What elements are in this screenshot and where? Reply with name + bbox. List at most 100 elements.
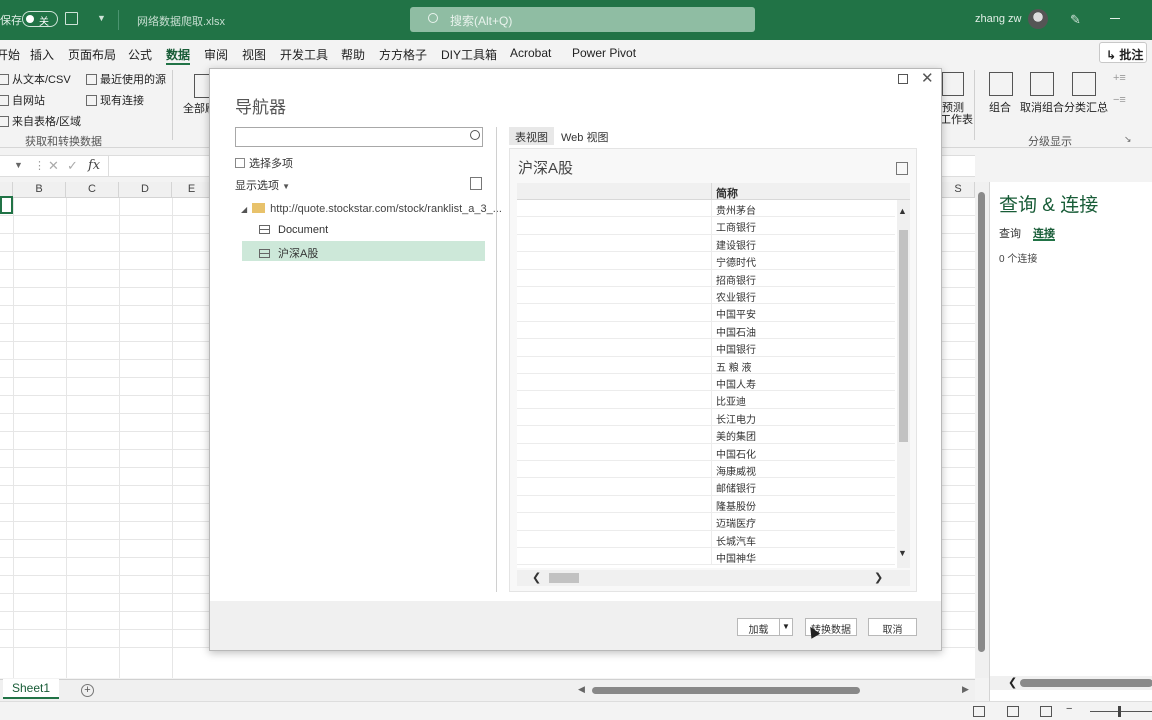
comment-button[interactable]: ↳ 批注 [1099, 42, 1147, 63]
column-header-d[interactable]: D [119, 182, 172, 198]
preview-refresh-icon[interactable] [896, 162, 908, 175]
menu-help[interactable]: 帮助 [341, 46, 365, 63]
menu-power-pivot[interactable]: Power Pivot [572, 46, 636, 60]
menu-fangfang[interactable]: 方方格子 [379, 46, 427, 63]
cancel-button[interactable]: 取消 [868, 618, 917, 636]
ungroup-icon[interactable] [1030, 72, 1054, 96]
show-detail-icon[interactable]: +≡ [1113, 72, 1126, 84]
from-web-button[interactable]: 自网站 [0, 92, 45, 108]
tree-item-document[interactable]: Document [242, 220, 485, 240]
sheet-tab-sheet1[interactable]: Sheet1 [3, 679, 59, 699]
tab-web-view[interactable]: Web 视图 [555, 127, 614, 145]
save-icon[interactable] [65, 12, 78, 25]
search-icon[interactable] [470, 130, 480, 140]
file-name[interactable]: 网络数据爬取.xlsx [137, 13, 225, 29]
menu-view[interactable]: 视图 [242, 46, 266, 63]
column-header-b[interactable]: B [13, 182, 66, 198]
tab-table-view[interactable]: 表视图 [509, 127, 554, 145]
customize-qat-icon[interactable]: ▼ [97, 13, 106, 23]
forecast-sheet-icon[interactable] [942, 72, 964, 96]
confirm-entry-icon[interactable]: ✓ [67, 158, 78, 174]
column-header-s[interactable]: S [942, 182, 975, 198]
tab-queries[interactable]: 查询 [999, 225, 1021, 241]
horizontal-scroll-thumb[interactable] [592, 687, 860, 694]
from-text-csv-button[interactable]: 从文本/CSV [0, 71, 71, 87]
select-multiple-checkbox[interactable]: 选择多项 [235, 155, 293, 171]
chevron-down-icon: ▼ [282, 182, 290, 191]
menu-diy-toolbox[interactable]: DIY工具箱 [441, 46, 497, 63]
menu-developer[interactable]: 开发工具 [280, 46, 328, 63]
load-button[interactable]: 加载 [737, 618, 780, 636]
scroll-right-icon[interactable]: ▶ [962, 684, 969, 695]
cancel-entry-icon[interactable]: ✕ [48, 158, 59, 174]
pane-scroll-left-icon[interactable]: ❮ [1008, 676, 1017, 689]
menu-home[interactable]: 开始 [0, 46, 20, 63]
table-vertical-scrollbar[interactable]: ▲ ▼ [897, 200, 910, 568]
active-cell[interactable] [0, 196, 13, 214]
existing-connections-button[interactable]: 现有连接 [86, 92, 144, 108]
column-header-c[interactable]: C [66, 182, 119, 198]
menu-acrobat[interactable]: Acrobat [510, 46, 551, 60]
group-icon[interactable] [989, 72, 1013, 96]
page-layout-view-icon[interactable] [1007, 706, 1019, 717]
close-icon[interactable]: ✕ [921, 69, 934, 87]
subtotal-icon[interactable] [1072, 72, 1096, 96]
scroll-down-icon[interactable]: ▼ [898, 548, 907, 558]
hide-detail-icon[interactable]: −≡ [1113, 94, 1126, 106]
pane-horizontal-scrollbar[interactable]: ❮ [990, 676, 1152, 690]
search-box[interactable]: 搜索(Alt+Q) [410, 7, 755, 32]
column-header-e[interactable]: E [172, 182, 212, 198]
table-row: 比亚迪 [517, 391, 895, 409]
add-sheet-icon[interactable]: + [81, 684, 94, 697]
minimize-icon[interactable] [1110, 18, 1120, 19]
scroll-thumb[interactable] [899, 230, 908, 442]
menu-bar: 开始 插入 页面布局 公式 数据 审阅 视图 开发工具 帮助 方方格子 DIY工… [0, 40, 1152, 66]
maximize-icon[interactable] [898, 74, 908, 84]
scroll-thumb[interactable] [549, 573, 579, 583]
user-name[interactable]: zhang zw [975, 13, 1021, 25]
page-break-view-icon[interactable] [1040, 706, 1052, 717]
column-header-jiancheng[interactable]: 简称 [716, 185, 738, 201]
avatar[interactable] [1028, 9, 1048, 29]
zoom-out-icon[interactable]: − [1066, 703, 1072, 715]
menu-page-layout[interactable]: 页面布局 [68, 46, 116, 63]
from-table-button[interactable]: 来自表格/区域 [0, 113, 81, 129]
collapse-arrow-icon[interactable]: ◢ [241, 205, 247, 214]
get-transform-group-label: 获取和转换数据 [25, 136, 102, 148]
scroll-thumb[interactable] [978, 192, 985, 652]
normal-view-icon[interactable] [973, 706, 985, 717]
group-label[interactable]: 组合 [989, 99, 1011, 115]
menu-formulas[interactable]: 公式 [128, 46, 152, 63]
name-box-dropdown-icon[interactable]: ▼ [14, 160, 23, 170]
menu-review[interactable]: 审阅 [204, 46, 228, 63]
scroll-right-icon[interactable]: ❯ [874, 571, 883, 584]
column-divider [711, 461, 712, 478]
display-options-dropdown[interactable]: 显示选项 ▼ [235, 177, 290, 193]
table-horizontal-scrollbar[interactable]: ❮ ❯ [517, 570, 910, 586]
scroll-left-icon[interactable]: ◀ [578, 684, 585, 695]
zoom-slider-knob[interactable] [1118, 706, 1121, 717]
refresh-icon[interactable] [470, 177, 482, 190]
tree-root[interactable]: ◢ http://quote.stockstar.com/stock/rankli… [241, 203, 502, 215]
insert-function-button[interactable]: fx [88, 158, 100, 173]
load-dropdown-icon[interactable]: ▼ [779, 618, 793, 636]
menu-data[interactable]: 数据 [166, 46, 190, 63]
autosave-toggle[interactable]: 关 [22, 11, 58, 28]
recent-sources-button[interactable]: 最近使用的源 [86, 71, 166, 87]
column-divider [711, 426, 712, 444]
preview-title: 沪深A股 [518, 160, 574, 177]
pen-icon[interactable]: ✎ [1070, 12, 1081, 28]
scroll-up-icon[interactable]: ▲ [898, 206, 907, 216]
menu-insert[interactable]: 插入 [30, 46, 54, 63]
subtotal-label[interactable]: 分类汇总 [1064, 99, 1108, 115]
ungroup-label[interactable]: 取消组合 [1020, 99, 1064, 115]
pane-scroll-thumb[interactable] [1020, 679, 1152, 687]
forecast-sheet-label[interactable]: 工作表 [940, 111, 973, 127]
navigator-search-input[interactable] [235, 127, 483, 147]
dialog-launcher-icon[interactable]: ↘ [1124, 134, 1132, 145]
table-row: 招商银行 [517, 269, 895, 287]
zoom-slider[interactable] [1090, 711, 1152, 712]
grid-vertical-scrollbar[interactable] [975, 182, 989, 678]
tree-item-hushen-a[interactable]: 沪深A股 [242, 241, 485, 261]
scroll-left-icon[interactable]: ❮ [532, 571, 541, 584]
